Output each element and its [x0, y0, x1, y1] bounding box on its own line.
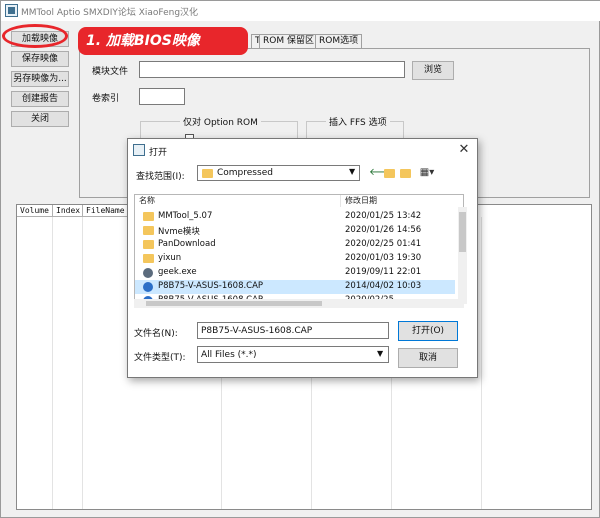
chevron-down-icon: ▼: [377, 349, 384, 358]
column-index[interactable]: Index: [53, 205, 83, 217]
file-name: geek.exe: [158, 267, 197, 277]
file-name-input[interactable]: P8B75-V-ASUS-1608.CAP: [197, 322, 389, 339]
back-arrow-icon[interactable]: 🡐: [369, 167, 396, 179]
tab-rom-options[interactable]: ROM选项: [315, 34, 363, 49]
file-date: 2020/02/25 01:41: [345, 239, 422, 249]
file-name-label: 文件名(N):: [134, 329, 178, 339]
folder-icon: [143, 254, 154, 263]
file-type-value: All Files (*.*): [201, 350, 257, 360]
look-in-select[interactable]: Compressed ▼: [197, 165, 360, 181]
list-item[interactable]: Nvme模块 2020/01/26 14:56: [135, 224, 455, 238]
dialog-title: 打开: [149, 148, 168, 158]
volume-index-input[interactable]: [139, 88, 185, 105]
list-item[interactable]: geek.exe 2019/09/11 22:01: [135, 266, 455, 280]
file-date: 2020/01/03 19:30: [345, 253, 422, 263]
browse-button[interactable]: 浏览: [412, 61, 454, 80]
save-image-as-button[interactable]: 另存映像为...: [11, 71, 69, 87]
look-in-label: 查找范围(I):: [136, 172, 185, 182]
module-file-input[interactable]: [139, 61, 405, 78]
highlight-circle: [2, 24, 68, 48]
vertical-scroll-thumb[interactable]: [459, 212, 466, 252]
list-item-selected[interactable]: P8B75-V-ASUS-1608.CAP 2014/04/02 10:03: [135, 280, 455, 294]
open-file-dialog: 打开 ✕ 查找范围(I): Compressed ▼ 🡐 ▦▾ 名称 修改日期 …: [127, 138, 478, 378]
dialog-title-bar: 打开 ✕: [128, 139, 477, 161]
file-list[interactable]: 名称 修改日期 ^ MMTool_5.07 2020/01/25 13:42 N…: [134, 194, 464, 306]
list-item[interactable]: MMTool_5.07 2020/01/25 13:42: [135, 210, 455, 224]
new-folder-icon[interactable]: [400, 167, 412, 179]
close-button[interactable]: 关闭: [11, 111, 69, 127]
file-date: 2019/09/11 22:01: [345, 267, 422, 277]
file-date: 2020/01/25 13:42: [345, 211, 422, 221]
volume-index-label: 卷索引: [92, 94, 120, 104]
title-bar: MMTool Aptio SMXDIY论坛 XiaoFeng汉化: [1, 1, 600, 21]
step-annotation-banner: 1. 加载BIOS映像: [78, 27, 248, 55]
folder-icon: [202, 169, 213, 178]
file-type-select[interactable]: All Files (*.*) ▼: [197, 346, 389, 363]
column-volume[interactable]: Volume: [17, 205, 53, 217]
window-title: MMTool Aptio SMXDIY论坛 XiaoFeng汉化: [21, 8, 199, 18]
column-name-header[interactable]: 名称: [139, 195, 155, 207]
look-in-value: Compressed: [217, 168, 273, 178]
sort-indicator-icon: ^: [237, 194, 245, 202]
grid-line: [82, 217, 83, 509]
create-report-button[interactable]: 创建报告: [11, 91, 69, 107]
column-filename[interactable]: FileName: [83, 205, 129, 217]
file-name-value: P8B75-V-ASUS-1608.CAP: [201, 326, 313, 336]
up-folder-icon[interactable]: [384, 167, 396, 179]
column-date-header[interactable]: 修改日期: [345, 195, 377, 207]
folder-icon: [143, 226, 154, 235]
dialog-app-icon: [133, 144, 145, 156]
grid-line: [481, 217, 482, 509]
view-menu-icon[interactable]: ▦▾: [416, 167, 438, 179]
horizontal-scroll-thumb[interactable]: [146, 301, 322, 306]
open-button[interactable]: 打开(O): [398, 321, 458, 341]
file-date: 2014/04/02 10:03: [345, 281, 422, 291]
chevron-down-icon: ▼: [349, 167, 356, 176]
file-name: yixun: [158, 253, 182, 263]
option-rom-group-title: 仅对 Option ROM: [180, 115, 261, 128]
folder-icon: [143, 240, 154, 249]
save-image-button[interactable]: 保存映像: [11, 51, 69, 67]
folder-icon: [143, 212, 154, 221]
cancel-button[interactable]: 取消: [398, 348, 458, 368]
exe-icon: [143, 268, 153, 278]
file-type-label: 文件类型(T):: [134, 353, 186, 363]
file-name: PanDownload: [158, 239, 216, 249]
list-item[interactable]: yixun 2020/01/03 19:30: [135, 252, 455, 266]
grid-line: [52, 217, 53, 509]
list-item[interactable]: PanDownload 2020/02/25 01:41: [135, 238, 455, 252]
cap-file-icon: [143, 282, 153, 292]
ffs-options-group-title: 插入 FFS 选项: [326, 115, 390, 128]
tab-rom-reserved[interactable]: ROM 保留区: [259, 34, 318, 49]
file-name: MMTool_5.07: [158, 211, 213, 221]
column-divider: [340, 195, 341, 207]
file-name: P8B75-V-ASUS-1608.CAP: [158, 281, 264, 291]
file-date: 2020/01/26 14:56: [345, 225, 422, 235]
close-icon[interactable]: ✕: [456, 142, 472, 158]
module-file-label: 模块文件: [92, 67, 129, 77]
file-name: Nvme模块: [158, 227, 200, 237]
app-icon: [5, 4, 18, 17]
